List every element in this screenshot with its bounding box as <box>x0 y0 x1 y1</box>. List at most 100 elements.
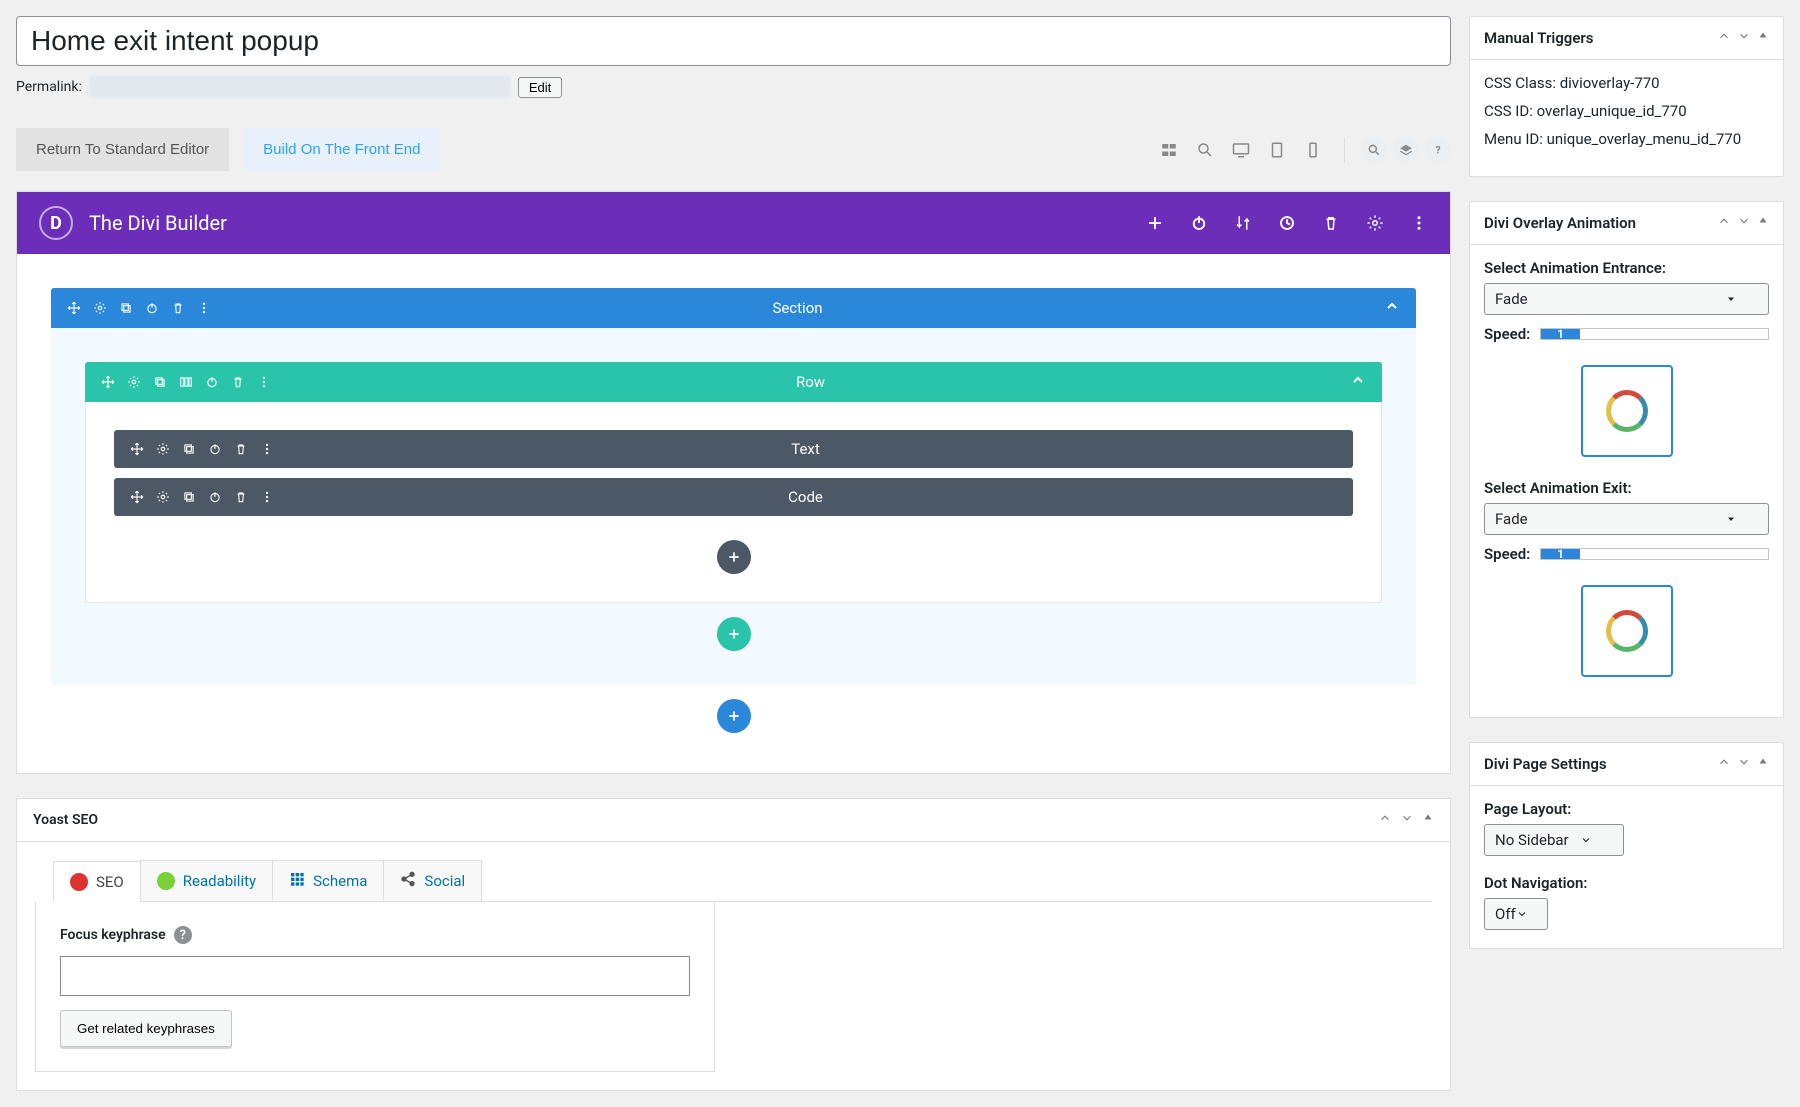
build-front-end-button[interactable]: Build On The Front End <box>243 128 440 171</box>
trash-icon[interactable] <box>234 442 248 456</box>
phone-view-icon[interactable] <box>1298 135 1328 165</box>
add-from-library-icon[interactable] <box>1146 214 1164 232</box>
gear-icon[interactable] <box>156 490 170 504</box>
gear-icon[interactable] <box>156 442 170 456</box>
section-bar[interactable]: Section <box>51 288 1416 328</box>
row-bar[interactable]: Row <box>85 362 1382 402</box>
trash-icon[interactable] <box>171 301 185 315</box>
tab-schema[interactable]: Schema <box>272 860 384 901</box>
focus-keyphrase-input[interactable] <box>60 956 690 996</box>
entrance-speed-slider[interactable]: 1 <box>1540 328 1769 340</box>
collapse-section-icon[interactable] <box>1384 298 1400 318</box>
bad-face-icon <box>70 873 88 891</box>
triangle-up-icon[interactable] <box>1757 755 1769 773</box>
speed-label: Speed: <box>1484 545 1530 563</box>
duplicate-icon[interactable] <box>119 301 133 315</box>
add-module-button[interactable] <box>717 540 751 574</box>
edit-permalink-button[interactable]: Edit <box>518 77 562 98</box>
help-icon[interactable]: ? <box>174 926 192 944</box>
tab-social[interactable]: Social <box>383 860 482 901</box>
chevron-up-icon[interactable] <box>1717 755 1731 773</box>
share-icon <box>400 871 416 891</box>
exit-speed-slider[interactable]: 1 <box>1540 548 1769 560</box>
move-icon[interactable] <box>67 301 81 315</box>
overlay-animation-title: Divi Overlay Animation <box>1484 214 1717 232</box>
move-icon[interactable] <box>130 490 144 504</box>
module-text[interactable]: Text <box>114 430 1353 468</box>
triangle-up-icon[interactable] <box>1757 29 1769 47</box>
more-icon[interactable] <box>260 490 274 504</box>
chevron-down-icon[interactable] <box>1737 29 1751 47</box>
trash-icon[interactable] <box>231 375 245 389</box>
chevron-up-icon[interactable] <box>1378 811 1392 829</box>
power-icon[interactable] <box>1190 214 1208 232</box>
get-related-keyphrases-button[interactable]: Get related keyphrases <box>60 1010 232 1047</box>
move-icon[interactable] <box>101 375 115 389</box>
collapse-row-icon[interactable] <box>1350 372 1366 392</box>
more-icon[interactable] <box>257 375 271 389</box>
columns-icon[interactable] <box>179 375 193 389</box>
power-icon[interactable] <box>205 375 219 389</box>
entrance-label: Select Animation Entrance: <box>1484 259 1769 277</box>
chevron-up-icon[interactable] <box>1717 214 1731 232</box>
clear-layout-icon[interactable] <box>1322 214 1340 232</box>
css-class-value: CSS Class: divioverlay-770 <box>1484 74 1769 92</box>
menu-id-value: Menu ID: unique_overlay_menu_id_770 <box>1484 130 1769 148</box>
sort-icon[interactable] <box>1234 214 1252 232</box>
page-settings-title: Divi Page Settings <box>1484 755 1717 773</box>
tab-readability[interactable]: Readability <box>140 860 273 901</box>
trash-icon[interactable] <box>234 490 248 504</box>
page-layout-label: Page Layout: <box>1484 800 1769 818</box>
section-label: Section <box>211 299 1384 317</box>
power-icon[interactable] <box>145 301 159 315</box>
duplicate-icon[interactable] <box>153 375 167 389</box>
grid-icon <box>289 871 305 891</box>
add-row-button[interactable] <box>717 617 751 651</box>
entrance-select[interactable]: Fade <box>1484 283 1769 315</box>
return-standard-editor-button[interactable]: Return To Standard Editor <box>16 128 229 171</box>
chevron-down-icon <box>1722 510 1740 528</box>
triangle-up-icon[interactable] <box>1757 214 1769 232</box>
more-icon[interactable] <box>260 442 274 456</box>
post-title-input[interactable] <box>16 16 1451 66</box>
duplicate-icon[interactable] <box>182 490 196 504</box>
search-layouts-icon[interactable] <box>1361 137 1387 163</box>
dot-navigation-label: Dot Navigation: <box>1484 874 1769 892</box>
permalink-label: Permalink: <box>16 79 82 95</box>
permalink-url <box>90 76 510 98</box>
tablet-view-icon[interactable] <box>1262 135 1292 165</box>
dot-navigation-select[interactable]: Off <box>1484 898 1548 930</box>
triangle-up-icon[interactable] <box>1422 811 1434 829</box>
add-section-button[interactable] <box>717 699 751 733</box>
page-layout-select[interactable]: No Sidebar <box>1484 824 1624 856</box>
help-icon[interactable]: ? <box>1425 137 1451 163</box>
exit-preview <box>1581 585 1673 677</box>
chevron-down-icon[interactable] <box>1737 214 1751 232</box>
chevron-down-icon[interactable] <box>1737 755 1751 773</box>
gear-icon[interactable] <box>127 375 141 389</box>
more-menu-icon[interactable] <box>1410 214 1428 232</box>
svg-text:?: ? <box>1435 143 1440 156</box>
layers-icon[interactable] <box>1393 137 1419 163</box>
power-icon[interactable] <box>208 442 222 456</box>
more-icon[interactable] <box>197 301 211 315</box>
desktop-view-icon[interactable] <box>1226 135 1256 165</box>
settings-icon[interactable] <box>1366 214 1384 232</box>
module-code[interactable]: Code <box>114 478 1353 516</box>
move-icon[interactable] <box>130 442 144 456</box>
chevron-down-icon[interactable] <box>1400 811 1414 829</box>
duplicate-icon[interactable] <box>182 442 196 456</box>
zoom-icon[interactable] <box>1190 135 1220 165</box>
tab-seo[interactable]: SEO <box>53 861 141 902</box>
chevron-up-icon[interactable] <box>1717 29 1731 47</box>
divi-logo: D <box>39 206 73 240</box>
gear-icon[interactable] <box>93 301 107 315</box>
wireframe-view-icon[interactable] <box>1154 135 1184 165</box>
exit-select[interactable]: Fade <box>1484 503 1769 535</box>
module-label: Text <box>274 440 1337 458</box>
chevron-down-icon <box>1722 290 1740 308</box>
entrance-preview <box>1581 365 1673 457</box>
power-icon[interactable] <box>208 490 222 504</box>
module-label: Code <box>274 488 1337 506</box>
history-icon[interactable] <box>1278 214 1296 232</box>
